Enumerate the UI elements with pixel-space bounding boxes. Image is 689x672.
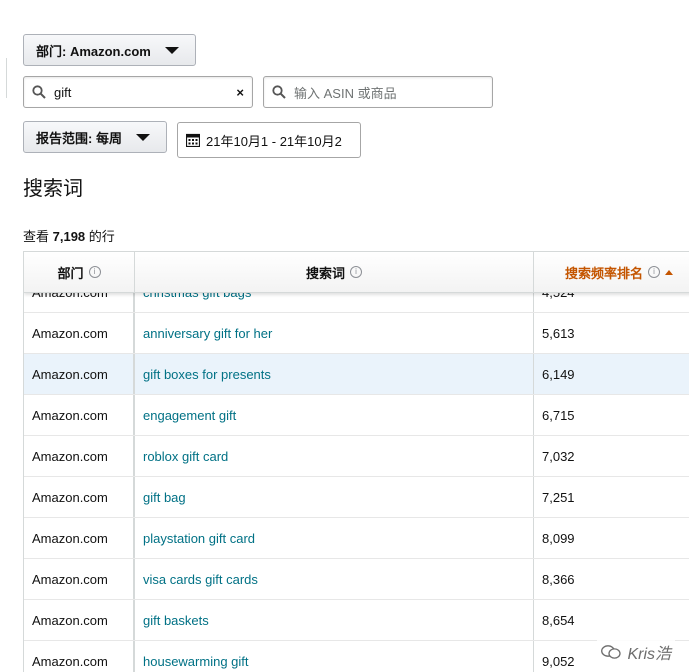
clear-icon[interactable]: × bbox=[236, 85, 244, 100]
table-row: Amazon.com housewarming gift 9,052 bbox=[24, 641, 689, 672]
rank-cell: 8,654 bbox=[542, 612, 575, 628]
date-range-value: 21年10月1 - 21年10月2 bbox=[206, 133, 342, 149]
search-icon bbox=[272, 85, 286, 99]
calendar-icon bbox=[186, 133, 200, 147]
table-row: Amazon.com visa cards gift cards 8,366 bbox=[24, 559, 689, 600]
report-range-label: 报告范围: 每周 bbox=[36, 130, 122, 146]
department-dropdown[interactable]: 部门: Amazon.com bbox=[23, 34, 196, 66]
asin-placeholder: 输入 ASIN 或商品 bbox=[294, 85, 397, 101]
rank-cell: 8,366 bbox=[542, 571, 575, 587]
search-term-value: gift bbox=[54, 84, 72, 100]
table-row: Amazon.com anniversary gift for her 5,613 bbox=[24, 313, 689, 354]
rank-cell: 5,613 bbox=[542, 325, 575, 341]
department-dropdown-label: 部门: Amazon.com bbox=[36, 43, 151, 59]
row-count: 查看 7,198 的行 bbox=[23, 226, 115, 245]
rank-cell: 6,149 bbox=[542, 366, 575, 382]
rank-cell: 8,099 bbox=[542, 530, 575, 546]
row-count-prefix: 查看 bbox=[23, 229, 53, 244]
search-term-link[interactable]: gift bag bbox=[135, 477, 534, 517]
rank-cell: 7,032 bbox=[542, 448, 575, 464]
department-cell: Amazon.com bbox=[24, 436, 135, 476]
caret-down-icon bbox=[135, 133, 150, 141]
table-row: Amazon.com gift bag 7,251 bbox=[24, 477, 689, 518]
search-terms-table: 部门 i 搜索词 i 搜索频率排名 i Amazon.comchristmas … bbox=[23, 251, 689, 672]
table-row: Amazon.com roblox gift card 7,032 bbox=[24, 436, 689, 477]
table-row: Amazon.com playstation gift card 8,099 bbox=[24, 518, 689, 559]
department-cell: Amazon.com bbox=[24, 600, 135, 640]
department-cell: Amazon.com bbox=[24, 395, 135, 435]
search-term-link[interactable]: engagement gift bbox=[135, 395, 534, 435]
department-cell: Amazon.com bbox=[24, 354, 135, 394]
search-term-link[interactable]: housewarming gift bbox=[135, 641, 534, 672]
column-header-search-frequency-rank[interactable]: 搜索频率排名 i bbox=[534, 252, 689, 292]
watermark: Kris浩 bbox=[597, 640, 675, 664]
date-range-picker[interactable]: 21年10月1 - 21年10月2 bbox=[177, 122, 361, 158]
column-header-search-term[interactable]: 搜索词 i bbox=[135, 252, 534, 292]
department-cell: Amazon.com bbox=[24, 559, 135, 599]
search-term-link[interactable]: roblox gift card bbox=[135, 436, 534, 476]
column-header-department[interactable]: 部门 i bbox=[24, 252, 135, 292]
table-row: Amazon.com gift boxes for presents 6,149 bbox=[24, 354, 689, 395]
search-term-field[interactable]: gift × bbox=[23, 76, 253, 108]
department-cell: Amazon.com bbox=[24, 518, 135, 558]
section-title: 搜索词 bbox=[23, 178, 83, 200]
report-range-dropdown[interactable]: 报告范围: 每周 bbox=[23, 121, 167, 153]
department-cell: Amazon.com bbox=[24, 641, 135, 672]
side-divider bbox=[0, 58, 7, 98]
department-cell: Amazon.com bbox=[24, 313, 135, 353]
rank-cell: 6,715 bbox=[542, 407, 575, 423]
search-term-link[interactable]: visa cards gift cards bbox=[135, 559, 534, 599]
column-header-label: 搜索词 bbox=[305, 265, 345, 281]
caret-down-icon bbox=[164, 46, 179, 54]
search-term-link[interactable]: gift boxes for presents bbox=[135, 354, 534, 394]
column-header-label: 部门 bbox=[57, 265, 84, 281]
column-header-label: 搜索频率排名 bbox=[564, 265, 643, 281]
info-icon[interactable]: i bbox=[350, 266, 362, 278]
wechat-logo-icon bbox=[601, 645, 622, 659]
sort-ascending-icon bbox=[665, 269, 673, 275]
department-cell: Amazon.com bbox=[24, 477, 135, 517]
info-icon[interactable]: i bbox=[88, 266, 101, 278]
rank-cell: 7,251 bbox=[542, 489, 575, 505]
search-icon bbox=[32, 85, 46, 99]
search-term-link[interactable]: anniversary gift for her bbox=[135, 313, 534, 353]
search-term-link[interactable]: playstation gift card bbox=[135, 518, 534, 558]
info-icon[interactable]: i bbox=[648, 266, 660, 278]
table-row: Amazon.com engagement gift 6,715 bbox=[24, 395, 689, 436]
watermark-text: Kris浩 bbox=[627, 646, 671, 663]
row-count-number: 7,198 bbox=[52, 229, 86, 244]
row-count-suffix: 的行 bbox=[85, 229, 115, 244]
search-term-link[interactable]: gift baskets bbox=[135, 600, 534, 640]
table-header: 部门 i 搜索词 i 搜索频率排名 i bbox=[24, 252, 689, 293]
table-body: Amazon.comchristmas gift bags4,524Amazon… bbox=[24, 272, 689, 672]
table-row: Amazon.com gift baskets 8,654 bbox=[24, 600, 689, 641]
asin-search-field[interactable]: 输入 ASIN 或商品 bbox=[263, 76, 493, 108]
